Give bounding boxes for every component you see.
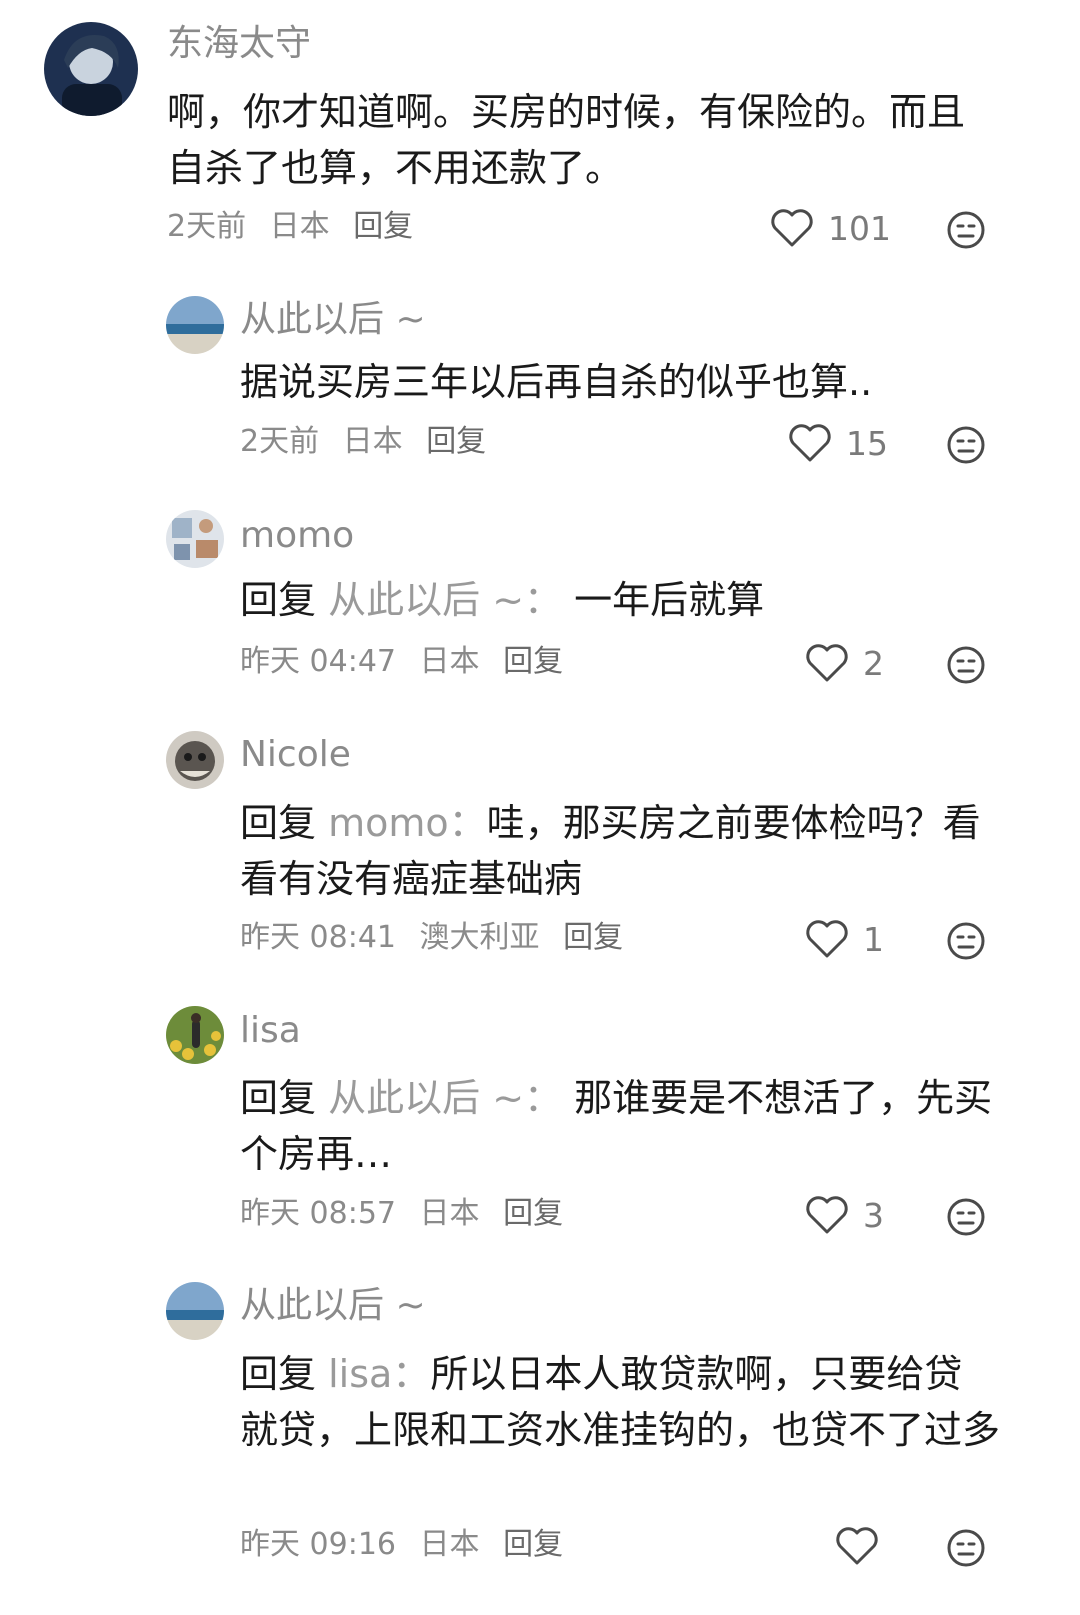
comment-text: 回复 从此以后 ~： 一年后就算 (240, 572, 1030, 628)
meh-face-icon (947, 426, 985, 464)
comment-meta: 昨天 04:47 日本 回复 (240, 647, 577, 677)
reply-button[interactable]: 回复 (503, 644, 563, 679)
reply-target[interactable]: momo： (328, 801, 487, 845)
avatar[interactable] (166, 1006, 224, 1064)
reply-target[interactable]: 从此以后 ~： (328, 578, 562, 622)
comment-meta: 2天前 日本 回复 (167, 212, 427, 242)
comment-author[interactable]: Nicole (240, 737, 351, 773)
comment-time: 昨天 09:16 (240, 1527, 396, 1562)
comment-location: 日本 (419, 644, 480, 679)
comment-time: 2天前 (167, 209, 247, 244)
comment-meta: 2天前 日本 回复 (240, 427, 500, 457)
dislike-button[interactable] (946, 210, 986, 250)
dislike-button[interactable] (946, 425, 986, 465)
avatar[interactable] (166, 731, 224, 789)
meh-face-icon (947, 646, 985, 684)
like-button[interactable]: 1 (805, 919, 884, 959)
comment-text: 回复 momo：哇，那买房之前要体检吗？看看有没有癌症基础病 (240, 795, 1010, 907)
comment-text: 据说买房三年以后再自杀的似乎也算.. (240, 360, 873, 404)
comment-meta: 昨天 08:57 日本 回复 (240, 1199, 577, 1229)
comment-time: 2天前 (240, 424, 320, 459)
heart-icon (806, 1196, 848, 1234)
meh-face-icon (947, 1198, 985, 1236)
reply-target[interactable]: 从此以后 ~： (328, 1076, 562, 1120)
reply-button[interactable]: 回复 (426, 424, 486, 459)
comment-time: 昨天 08:57 (240, 1196, 396, 1231)
heart-icon (789, 424, 831, 462)
avatar[interactable] (44, 22, 138, 116)
comment-text: 回复 从此以后 ~： 那谁要是不想活了，先买个房再… (240, 1070, 1030, 1182)
heart-icon (836, 1527, 878, 1565)
reply-text: 一年后就算 (574, 578, 765, 622)
dislike-button[interactable] (946, 921, 986, 961)
comment-meta: 昨天 08:41 澳大利亚 回复 (240, 923, 637, 953)
comment-location: 日本 (342, 424, 403, 459)
comment-author[interactable]: 从此以后 ~ (240, 1288, 426, 1324)
comment-text: 回复 lisa：所以日本人敢贷款啊，只要给贷就贷，上限和工资水准挂钩的，也贷不了… (240, 1346, 1000, 1458)
comment-time: 昨天 04:47 (240, 644, 396, 679)
meh-face-icon (947, 211, 985, 249)
comment-location: 日本 (269, 209, 330, 244)
reply-label: 回复 (240, 1076, 317, 1120)
dislike-button[interactable] (946, 1197, 986, 1237)
like-count: 1 (863, 919, 884, 959)
reply-button[interactable]: 回复 (503, 1527, 563, 1562)
reply-label: 回复 (240, 801, 317, 845)
like-count: 3 (863, 1195, 884, 1235)
heart-icon (806, 644, 848, 682)
comment-time: 昨天 08:41 (240, 920, 396, 955)
like-button[interactable]: 2 (805, 643, 884, 683)
like-button[interactable] (835, 1526, 893, 1566)
reply-target[interactable]: lisa： (328, 1352, 430, 1396)
comment-location: 日本 (419, 1196, 480, 1231)
dislike-button[interactable] (946, 1528, 986, 1568)
reply-label: 回复 (240, 1352, 317, 1396)
comment-meta: 昨天 09:16 日本 回复 (240, 1530, 577, 1560)
comment-author[interactable]: 从此以后 ~ (240, 302, 426, 338)
avatar[interactable] (166, 296, 224, 354)
reply-button[interactable]: 回复 (563, 920, 623, 955)
comment-author[interactable]: 东海太守 (167, 26, 311, 62)
meh-face-icon (947, 922, 985, 960)
comment-author[interactable]: momo (240, 518, 354, 554)
like-count: 101 (828, 208, 891, 248)
reply-label: 回复 (240, 578, 317, 622)
like-button[interactable]: 101 (770, 208, 891, 248)
like-button[interactable]: 3 (805, 1195, 884, 1235)
avatar[interactable] (166, 1282, 224, 1340)
comment-author[interactable]: lisa (240, 1013, 301, 1049)
heart-icon (806, 920, 848, 958)
comment-location: 日本 (419, 1527, 480, 1562)
reply-button[interactable]: 回复 (503, 1196, 563, 1231)
heart-icon (771, 209, 813, 247)
comment-location: 澳大利亚 (419, 920, 540, 955)
meh-face-icon (947, 1529, 985, 1567)
like-count: 2 (863, 643, 884, 683)
comment-text: 啊，你才知道啊。买房的时候，有保险的。而且自杀了也算，不用还款了。 (167, 90, 966, 190)
avatar[interactable] (166, 510, 224, 568)
like-count: 15 (846, 423, 888, 463)
dislike-button[interactable] (946, 645, 986, 685)
reply-button[interactable]: 回复 (353, 209, 413, 244)
like-button[interactable]: 15 (788, 423, 888, 463)
